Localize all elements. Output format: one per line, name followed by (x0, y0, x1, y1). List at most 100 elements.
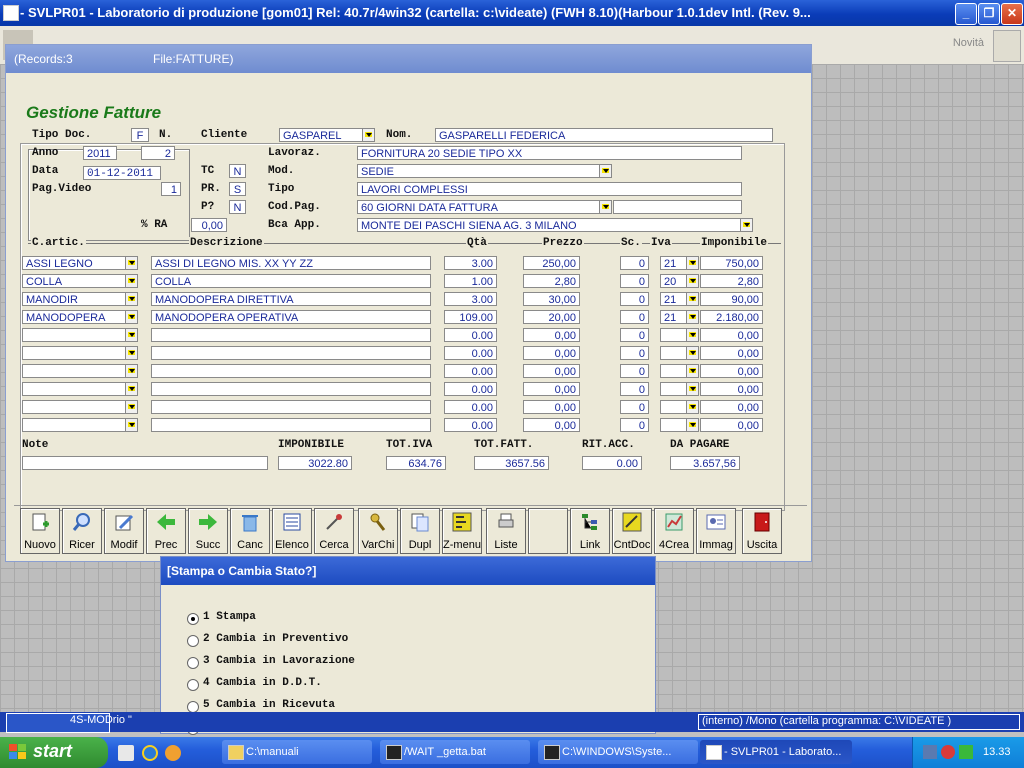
cod-pag-dropdown[interactable] (599, 200, 612, 214)
row-code-dropdown[interactable] (125, 364, 138, 378)
row-iva-dropdown[interactable] (686, 400, 699, 414)
row-prezzo-field[interactable]: 30,00 (523, 292, 580, 306)
app-tray-icon[interactable] (959, 745, 973, 759)
toolbar-button-liste[interactable]: Liste (486, 508, 526, 554)
row-prezzo-field[interactable]: 0,00 (523, 400, 580, 414)
row-iva-dropdown[interactable] (686, 346, 699, 360)
row-prezzo-field[interactable]: 250,00 (523, 256, 580, 270)
toolbar-button-varchi[interactable]: VarChi (358, 508, 398, 554)
toolbar-button-ricer[interactable]: Ricer (62, 508, 102, 554)
anno-field[interactable]: 2011 (83, 146, 117, 160)
desktop-quick-icon[interactable] (118, 745, 134, 761)
row-iva-dropdown[interactable] (686, 418, 699, 432)
row-code-field[interactable] (22, 328, 126, 342)
row-iva-field[interactable] (660, 418, 687, 432)
row-sc-field[interactable]: 0 (620, 382, 649, 396)
ra-field[interactable]: 0,00 (191, 218, 227, 232)
row-iva-field[interactable] (660, 364, 687, 378)
toolbar-button-elenco[interactable]: Elenco (272, 508, 312, 554)
data-field[interactable]: 01-12-2011 (83, 166, 161, 180)
bca-app-field[interactable]: MONTE DEI PASCHI SIENA AG. 3 MILANO (357, 218, 741, 232)
row-code-field[interactable]: MANODIR (22, 292, 126, 306)
row-qta-field[interactable]: 0.00 (444, 364, 497, 378)
row-sc-field[interactable]: 0 (620, 310, 649, 324)
toolbar-button-uscita[interactable]: Uscita (742, 508, 782, 554)
novita-label[interactable]: Novità (953, 37, 984, 49)
row-code-field[interactable] (22, 418, 126, 432)
mod-dropdown[interactable] (599, 164, 612, 178)
cliente-dropdown[interactable] (362, 128, 375, 142)
cliente-field[interactable]: GASPAREL (279, 128, 363, 142)
row-description-field[interactable] (151, 418, 431, 432)
row-description-field[interactable] (151, 364, 431, 378)
row-iva-dropdown[interactable] (686, 274, 699, 288)
row-sc-field[interactable]: 0 (620, 346, 649, 360)
row-sc-field[interactable]: 0 (620, 328, 649, 342)
row-prezzo-field[interactable]: 0,00 (523, 382, 580, 396)
row-qta-field[interactable]: 0.00 (444, 382, 497, 396)
row-description-field[interactable] (151, 346, 431, 360)
row-iva-field[interactable]: 21 (660, 256, 687, 270)
row-code-field[interactable]: COLLA (22, 274, 126, 288)
row-prezzo-field[interactable]: 0,00 (523, 328, 580, 342)
minimize-button[interactable]: _ (955, 3, 977, 25)
row-imponibile-field[interactable]: 2.180,00 (700, 310, 763, 324)
row-code-dropdown[interactable] (125, 328, 138, 342)
row-iva-dropdown[interactable] (686, 328, 699, 342)
row-qta-field[interactable]: 109.00 (444, 310, 497, 324)
tc-field[interactable]: N (229, 164, 246, 178)
row-iva-field[interactable]: 21 (660, 292, 687, 306)
row-description-field[interactable]: COLLA (151, 274, 431, 288)
row-imponibile-field[interactable]: 2,80 (700, 274, 763, 288)
toolbar-button-4crea[interactable]: 4Crea (654, 508, 694, 554)
row-sc-field[interactable]: 0 (620, 418, 649, 432)
toolbar-button-dupl[interactable]: Dupl (400, 508, 440, 554)
row-code-field[interactable] (22, 346, 126, 360)
row-iva-field[interactable]: 21 (660, 310, 687, 324)
toolbar-button-immag[interactable]: Immag (696, 508, 736, 554)
row-qta-field[interactable]: 0.00 (444, 418, 497, 432)
toolbar-button-link[interactable]: Link (570, 508, 610, 554)
row-sc-field[interactable]: 0 (620, 364, 649, 378)
row-description-field[interactable] (151, 382, 431, 396)
cod-pag-extra-field[interactable] (613, 200, 742, 214)
row-imponibile-field[interactable]: 0,00 (700, 328, 763, 342)
toolbar-button-cntdoc[interactable]: CntDoc (612, 508, 652, 554)
row-code-dropdown[interactable] (125, 256, 138, 270)
row-imponibile-field[interactable]: 0,00 (700, 346, 763, 360)
row-code-dropdown[interactable] (125, 400, 138, 414)
row-qta-field[interactable]: 3.00 (444, 292, 497, 306)
toolbar-button-blank[interactable] (528, 508, 568, 554)
pag-video-field[interactable]: 1 (161, 182, 181, 196)
row-description-field[interactable]: MANODOPERA DIRETTIVA (151, 292, 431, 306)
radio-option-3[interactable] (187, 657, 199, 669)
row-qta-field[interactable]: 0.00 (444, 328, 497, 342)
radio-option-2[interactable] (187, 635, 199, 647)
toolbar-button-z-menu[interactable]: Z-menu (442, 508, 482, 554)
row-sc-field[interactable]: 0 (620, 400, 649, 414)
row-qta-field[interactable]: 1.00 (444, 274, 497, 288)
radio-option-1[interactable] (187, 613, 199, 625)
toolbar-button-succ[interactable]: Succ (188, 508, 228, 554)
row-sc-field[interactable]: 0 (620, 292, 649, 306)
da-pagare-total[interactable]: 3.657,56 (670, 456, 740, 470)
tot-fatt-total[interactable]: 3657.56 (474, 456, 549, 470)
tot-iva-total[interactable]: 634.76 (386, 456, 446, 470)
close-button[interactable]: ✕ (1001, 3, 1023, 25)
start-button[interactable]: start (0, 737, 108, 768)
security-tray-icon[interactable] (941, 745, 955, 759)
row-code-dropdown[interactable] (125, 310, 138, 324)
imponibile-total[interactable]: 3022.80 (278, 456, 352, 470)
row-code-field[interactable]: MANODOPERA (22, 310, 126, 324)
lavoraz-field[interactable]: FORNITURA 20 SEDIE TIPO XX (357, 146, 742, 160)
media-quick-icon[interactable] (165, 745, 181, 761)
row-qta-field[interactable]: 0.00 (444, 346, 497, 360)
row-prezzo-field[interactable]: 0,00 (523, 364, 580, 378)
note-field[interactable] (22, 456, 268, 470)
row-prezzo-field[interactable]: 0,00 (523, 346, 580, 360)
row-imponibile-field[interactable]: 0,00 (700, 382, 763, 396)
row-code-field[interactable] (22, 382, 126, 396)
row-code-field[interactable] (22, 400, 126, 414)
row-iva-dropdown[interactable] (686, 256, 699, 270)
row-qta-field[interactable]: 0.00 (444, 400, 497, 414)
